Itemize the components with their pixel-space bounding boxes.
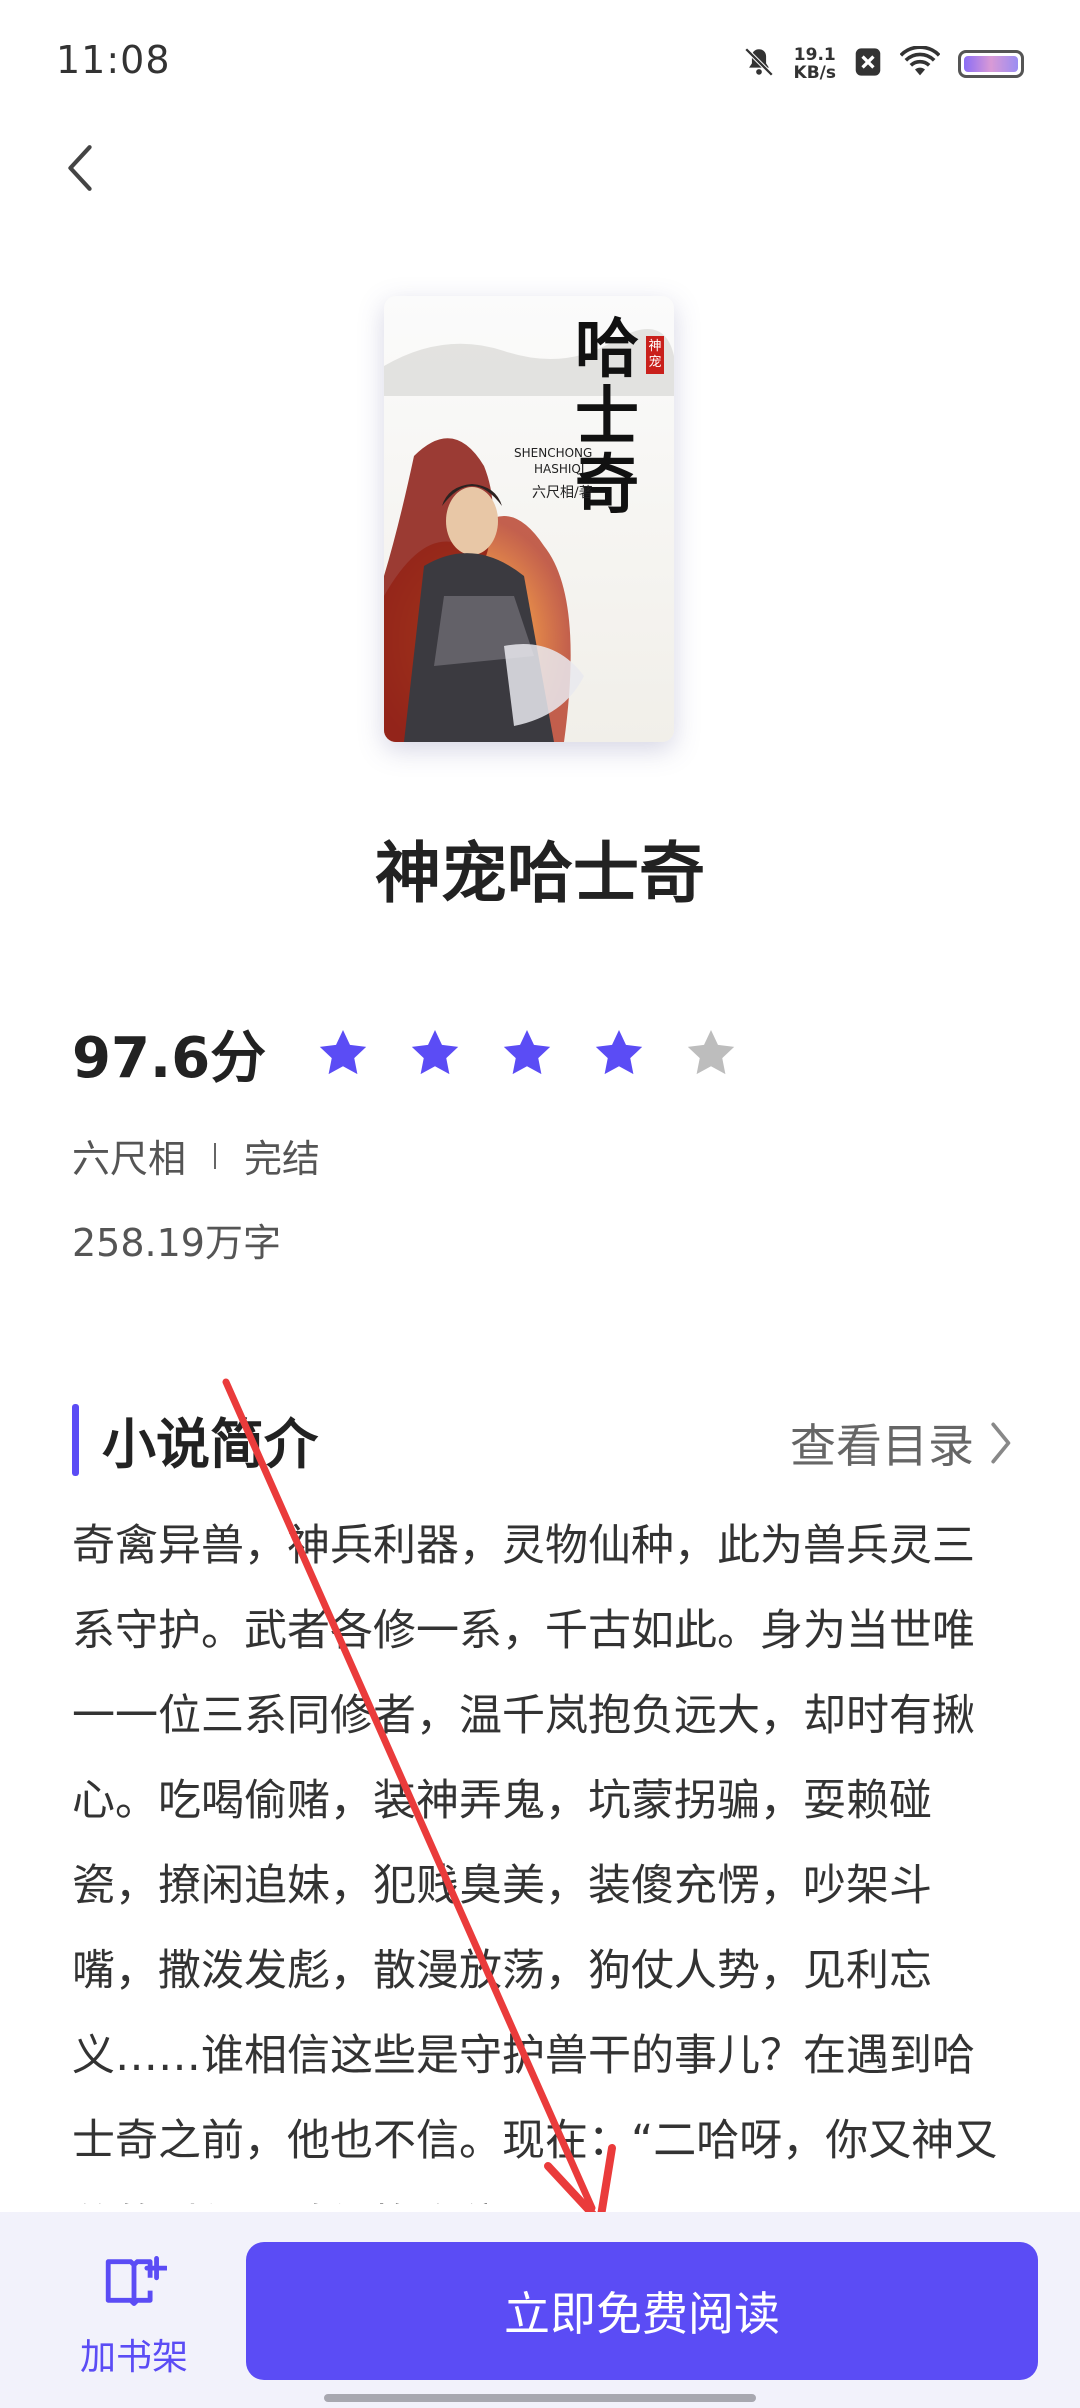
book-status: 完结: [244, 1137, 321, 1181]
network-speed-value: 19.1: [793, 45, 836, 65]
star-filled-icon: [319, 1030, 367, 1075]
meta-divider: [214, 1142, 217, 1169]
star-filled-icon: [595, 1030, 643, 1075]
bell-muted-icon: [742, 45, 776, 83]
battery-level: [964, 56, 1018, 72]
book-cover[interactable]: 神宠 哈士奇 SHENCHONG HASHIQI 六尺相/著: [384, 296, 674, 742]
star-filled-icon: [411, 1030, 459, 1075]
book-meta: 六尺相 完结: [72, 1128, 320, 1183]
add-to-shelf-button[interactable]: 加书架: [64, 2252, 204, 2382]
synopsis-header: 小说简介 查看目录: [72, 1400, 1012, 1480]
star-empty-icon: [687, 1030, 735, 1075]
cover-author: 六尺相/著: [532, 485, 593, 501]
status-bar: 11:08 19.1 KB/s: [0, 0, 1080, 120]
bottom-action-bar: 加书架 立即免费阅读: [0, 2212, 1080, 2408]
cover-pinyin-2: HASHIQI: [534, 462, 585, 476]
close-box-icon: [854, 47, 882, 81]
view-toc-link[interactable]: 查看目录: [790, 1410, 1012, 1476]
network-speed: 19.1 KB/s: [794, 46, 836, 82]
synopsis-text: 奇禽异兽，神兵利器，灵物仙种，此为兽兵灵三系守护。武者各修一系，千古如此。身为当…: [72, 1521, 998, 2204]
rating-row: 97.6分: [72, 1015, 738, 1091]
chevron-right-icon: [991, 1422, 1011, 1464]
synopsis-title: 小说简介: [102, 1413, 318, 1476]
section-accent-bar: [72, 1404, 79, 1476]
status-icons: 19.1 KB/s: [742, 40, 1024, 88]
status-time: 11:08: [56, 38, 171, 82]
view-toc-label: 查看目录: [790, 1419, 974, 1473]
author-name: 六尺相: [72, 1137, 187, 1181]
add-bookshelf-icon: [105, 2256, 167, 2306]
score-value: 97.6分: [72, 1025, 267, 1091]
word-count: 258.19万字: [72, 1221, 281, 1265]
cover-badge: 神宠: [646, 336, 664, 374]
home-indicator[interactable]: [324, 2394, 756, 2402]
star-filled-icon: [503, 1030, 551, 1075]
network-speed-unit: KB/s: [793, 63, 836, 83]
cover-pinyin-1: SHENCHONG: [514, 446, 593, 460]
star-rating: [316, 1026, 738, 1080]
read-free-button[interactable]: 立即免费阅读: [246, 2242, 1038, 2380]
wifi-icon: [899, 45, 941, 82]
add-to-shelf-label: 加书架: [79, 2337, 188, 2378]
book-title: 神宠哈士奇: [375, 835, 705, 912]
chevron-left-icon: [68, 145, 92, 191]
battery-icon: [958, 50, 1024, 78]
back-button[interactable]: [50, 138, 110, 198]
